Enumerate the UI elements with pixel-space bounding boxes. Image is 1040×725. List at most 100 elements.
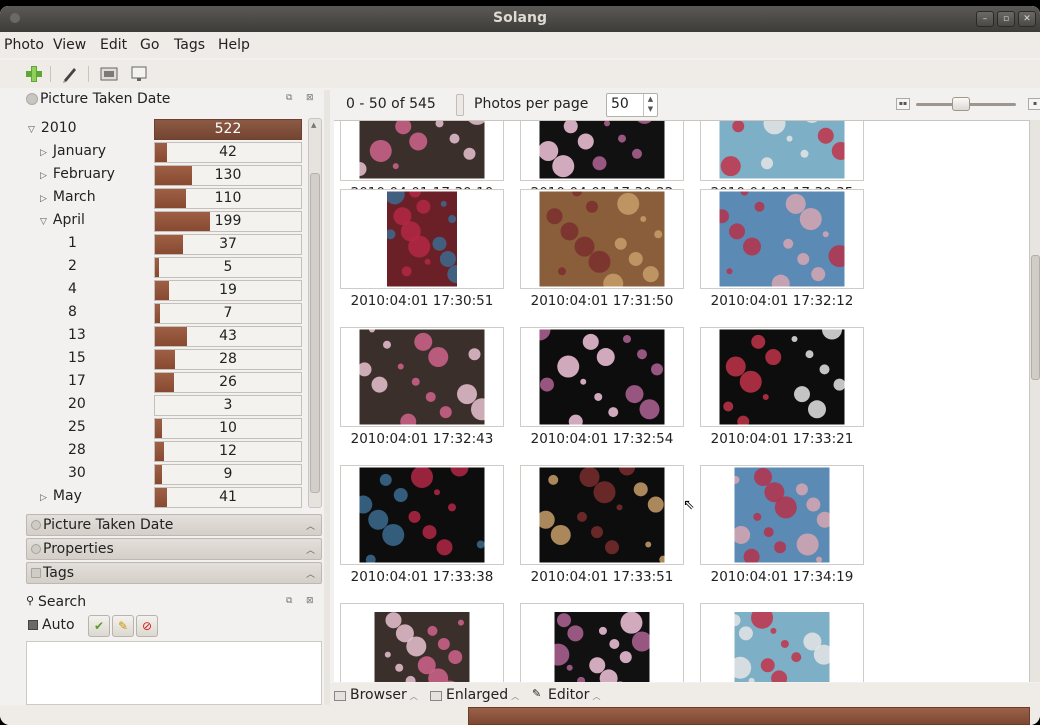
expander-closed-icon[interactable]: ▷ (40, 493, 47, 503)
clear-search-button[interactable]: ✎ (112, 615, 134, 637)
tree-row-text: 30 (68, 465, 86, 481)
count-value: 7 (223, 305, 233, 321)
pane-restore-icon[interactable]: ⧉ (286, 93, 292, 103)
photo-cell[interactable] (520, 465, 684, 565)
toolbar (0, 60, 1040, 88)
photo-cell[interactable] (340, 121, 504, 181)
section-picture-taken-date[interactable]: Picture Taken Date ︿ (26, 514, 322, 536)
photo-cell[interactable] (340, 189, 504, 289)
photo-thumbnail (359, 121, 485, 179)
expander-closed-icon[interactable]: ▷ (40, 148, 47, 158)
expander-closed-icon[interactable]: ▷ (40, 194, 47, 204)
tree-row[interactable]: 1 37 (24, 233, 306, 256)
tree-row[interactable]: ▷ May 41 (24, 486, 306, 508)
tree-row[interactable]: 25 (24, 256, 306, 279)
maximize-button[interactable]: ▫ (997, 11, 1015, 27)
photo-cell[interactable] (700, 327, 864, 427)
tree-row[interactable]: 13 43 (24, 325, 306, 348)
count-bar: 522 (154, 119, 302, 140)
tab-browser[interactable]: Browser ︿ (332, 687, 418, 707)
menu-edit[interactable]: Edit (100, 37, 127, 53)
browser-scrollbar[interactable] (1029, 120, 1040, 682)
close-button[interactable]: ✕ (1018, 11, 1036, 27)
title-bar[interactable]: Solang – ▫ ✕ (0, 6, 1040, 32)
photo-thumbnail (539, 329, 665, 425)
tree-row[interactable]: ▷ February 130 (24, 164, 306, 187)
menu-view[interactable]: View (53, 37, 86, 53)
date-pane-header: Picture Taken Date ⧉ ⊠ (24, 90, 324, 110)
export-icon[interactable] (99, 64, 119, 84)
section-label: Tags (43, 565, 74, 581)
pane-close-icon[interactable]: ⊠ (306, 93, 314, 103)
apply-search-button[interactable]: ✔ (88, 615, 110, 637)
menu-photo[interactable]: Photo (4, 37, 44, 53)
menu-go[interactable]: Go (140, 37, 159, 53)
photo-cell[interactable] (520, 603, 684, 682)
pane-splitter[interactable] (324, 90, 330, 705)
zoom-out-icon[interactable]: ▪▪ (896, 98, 910, 110)
browser-scroll-thumb[interactable] (1031, 255, 1040, 380)
tree-row-label: 8 (68, 304, 77, 320)
photo-cell[interactable] (520, 189, 684, 289)
auto-checkbox[interactable] (28, 620, 38, 630)
menu-help[interactable]: Help (218, 37, 250, 53)
spinner-arrows-icon[interactable]: ▲ ▼ (643, 94, 657, 116)
expander-open-icon[interactable]: ▽ (28, 125, 35, 135)
count-bar: 9 (154, 464, 302, 485)
pane-restore-icon[interactable]: ⧉ (286, 596, 292, 606)
zoom-slider-knob[interactable] (952, 97, 970, 111)
photo-cell[interactable] (340, 327, 504, 427)
count-value: 110 (214, 190, 242, 206)
photo-thumbnail (539, 467, 665, 563)
tree-row[interactable]: ▷ January 42 (24, 141, 306, 164)
photo-browser[interactable]: 2010:04:01 17:30:102010:04:01 17:30:2220… (334, 120, 1029, 682)
zoom-in-icon[interactable]: ▪ (1028, 98, 1040, 110)
tree-row[interactable]: 25 10 (24, 417, 306, 440)
tree-scrollbar[interactable]: ▲ (308, 118, 322, 508)
photo-cell[interactable] (700, 603, 864, 682)
count-value: 3 (223, 397, 233, 413)
tree-row[interactable]: 4 19 (24, 279, 306, 302)
edit-icon[interactable] (60, 64, 80, 84)
menu-tags[interactable]: Tags (174, 37, 205, 53)
date-tree[interactable]: ▽ 2010 522 ▷ January 42 ▷ February 130 ▷ March 110 ▽… (24, 118, 306, 508)
tree-row[interactable]: 20 3 (24, 394, 306, 417)
cancel-search-button[interactable]: ⊘ (136, 615, 158, 637)
tree-row[interactable]: 15 28 (24, 348, 306, 371)
photo-cell[interactable] (520, 121, 684, 181)
tree-row[interactable]: 17 26 (24, 371, 306, 394)
photo-thumbnail (734, 612, 830, 682)
expander-closed-icon[interactable]: ▷ (40, 171, 47, 181)
tree-row-label: ▽ 2010 (28, 120, 77, 136)
tree-row[interactable]: ▷ March 110 (24, 187, 306, 210)
mouse-cursor-icon: ⇖ (683, 497, 695, 513)
tree-row[interactable]: 87 (24, 302, 306, 325)
photo-thumbnail (359, 329, 485, 425)
minimize-button[interactable]: – (976, 11, 994, 27)
photos-per-page-value[interactable]: 50 (611, 96, 629, 112)
photo-cell[interactable] (520, 327, 684, 427)
tree-row[interactable]: 28 12 (24, 440, 306, 463)
photo-cell[interactable] (700, 465, 864, 565)
search-criteria-area[interactable] (26, 641, 322, 705)
tree-row-text: 13 (68, 327, 86, 343)
expander-open-icon[interactable]: ▽ (40, 217, 47, 227)
tree-row[interactable]: 30 9 (24, 463, 306, 486)
slideshow-icon[interactable] (129, 64, 149, 84)
tree-scroll-thumb[interactable] (310, 173, 320, 493)
photo-cell[interactable] (700, 189, 864, 289)
section-properties[interactable]: Properties ︿ (26, 538, 322, 560)
photo-cell[interactable] (700, 121, 864, 181)
tree-row-text: 2010 (40, 120, 77, 136)
tree-row[interactable]: ▽ 2010 522 (24, 118, 306, 141)
pane-close-icon[interactable]: ⊠ (306, 596, 314, 606)
add-photos-icon[interactable] (24, 64, 44, 84)
section-tags[interactable]: Tags ︿ (26, 562, 322, 584)
tree-row[interactable]: ▽ April 199 (24, 210, 306, 233)
tab-editor[interactable]: ✎ Editor ︿ (530, 687, 600, 707)
photos-per-page-spinner[interactable]: 50 ▲ ▼ (606, 93, 658, 117)
photo-cell[interactable] (340, 465, 504, 565)
photo-cell[interactable] (340, 603, 504, 682)
tab-enlarged[interactable]: Enlarged ︿ (428, 687, 519, 707)
scroll-up-icon[interactable]: ▲ (311, 121, 316, 129)
